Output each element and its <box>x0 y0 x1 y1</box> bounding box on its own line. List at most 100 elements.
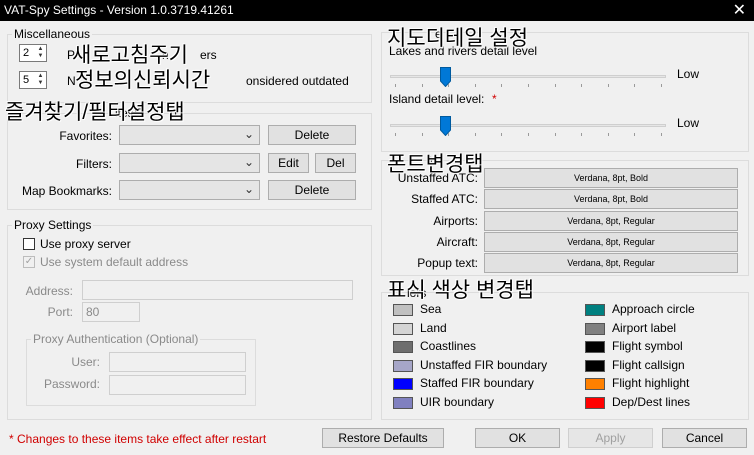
filters-label: Filters: <box>76 157 112 171</box>
bookmarks-dropdown[interactable]: ⌄ <box>119 180 260 200</box>
slider-tick <box>661 133 662 136</box>
color-swatch[interactable] <box>585 359 605 372</box>
filters-dropdown[interactable]: ⌄ <box>119 153 260 173</box>
ok-button[interactable]: OK <box>475 428 560 448</box>
password-field[interactable] <box>109 375 246 395</box>
island-slider-thumb[interactable] <box>440 116 452 137</box>
bookmarks-label: Map Bookmarks: <box>21 184 112 198</box>
slider-tick <box>501 133 503 136</box>
slider-tick <box>554 133 556 136</box>
slider-tick <box>448 133 450 136</box>
use-default-address-checkbox[interactable]: ✓ <box>23 256 35 268</box>
slider-tick <box>501 84 503 87</box>
color-swatch[interactable] <box>393 359 413 372</box>
favorites-dropdown[interactable]: ⌄ <box>119 125 260 145</box>
restore-defaults-button[interactable]: Restore Defaults <box>322 428 444 448</box>
color-swatch[interactable] <box>585 322 605 335</box>
font-select-button[interactable]: Verdana, 8pt, Regular <box>484 231 738 252</box>
color-label: Flight symbol <box>612 339 683 354</box>
font-row-label: Airports: <box>433 213 478 228</box>
close-icon[interactable]: ✕ <box>733 0 746 20</box>
use-default-address-label: Use system default address <box>40 255 189 269</box>
slider-tick <box>421 133 423 136</box>
color-swatch[interactable] <box>585 397 605 409</box>
address-label: Address: <box>25 284 73 298</box>
font-row-label: Staffed ATC: <box>411 192 478 207</box>
slider-tick <box>421 84 423 87</box>
island-asterisk: * <box>492 92 497 106</box>
annotation-font-change-tab: 폰트변경탭 <box>387 153 484 176</box>
cancel-button[interactable]: Cancel <box>662 428 747 448</box>
title-bar: VAT-Spy Settings - Version 1.0.3719.4126… <box>0 0 754 21</box>
annotation-color-change-tab: 표식 색상 변경탭 <box>387 279 534 302</box>
island-slider-track[interactable] <box>390 124 666 127</box>
slider-tick <box>607 84 609 87</box>
port-field[interactable]: 80 <box>82 302 140 322</box>
color-swatch[interactable] <box>393 341 413 354</box>
font-select-button[interactable]: Verdana, 8pt, Bold <box>484 189 738 210</box>
window-title: VAT-Spy Settings - Version 1.0.3719.4126… <box>4 3 234 17</box>
color-label: Land <box>420 320 447 335</box>
refresh-label-c: ers <box>200 48 217 62</box>
lakes-slider-track[interactable] <box>390 75 666 78</box>
slider-tick <box>607 133 609 136</box>
slider-tick <box>581 133 583 136</box>
slider-tick <box>395 84 396 87</box>
color-swatch[interactable] <box>393 397 413 409</box>
user-label: User: <box>71 355 100 369</box>
slider-tick <box>554 84 556 87</box>
font-row-label: Aircraft: <box>436 234 478 249</box>
color-label: UIR boundary <box>420 395 495 409</box>
favorites-delete-button[interactable]: Delete <box>268 125 356 145</box>
font-select-button[interactable]: Verdana, 8pt, Regular <box>484 210 738 231</box>
spinner-arrows-icon[interactable]: ▲ ▼ <box>36 73 45 87</box>
port-label: Port: <box>47 305 73 319</box>
outdated-label-b: onsidered outdated <box>246 74 349 88</box>
color-label: Staffed FIR boundary <box>420 376 534 391</box>
favorites-label: Favorites: <box>59 129 112 143</box>
slider-tick <box>634 84 636 87</box>
color-label: Approach circle <box>612 302 695 316</box>
lakes-slider-thumb[interactable] <box>440 67 452 88</box>
color-swatch[interactable] <box>585 304 605 316</box>
color-swatch[interactable] <box>393 304 413 316</box>
annotation-info-reliability: 정보의신뢰시간 <box>75 69 211 92</box>
slider-tick <box>661 84 662 87</box>
address-field[interactable] <box>82 280 353 300</box>
color-swatch[interactable] <box>585 341 605 354</box>
refresh-interval-spinner[interactable]: 2 ▲ ▼ <box>19 44 47 62</box>
font-select-button[interactable]: Verdana, 8pt, Bold <box>484 168 738 188</box>
color-label: Coastlines <box>420 339 477 354</box>
island-detail-label: Island detail level: <box>389 92 485 106</box>
outdated-time-spinner[interactable]: 5 ▲ ▼ <box>19 71 47 89</box>
annotation-favorites-filter-tab: 즐겨찾기/필터설정탭 <box>5 101 185 124</box>
restart-note: * Changes to these items take effect aft… <box>9 432 267 446</box>
proxy-auth-legend: Proxy Authentication (Optional) <box>33 332 199 346</box>
filters-del-button[interactable]: Del <box>315 153 356 173</box>
slider-tick <box>395 133 396 136</box>
chevron-down-icon: ⌄ <box>243 155 254 169</box>
slider-tick <box>474 84 476 87</box>
spinner-arrows-icon[interactable]: ▲ ▼ <box>36 46 45 60</box>
color-label: Flight callsign <box>612 357 685 372</box>
color-swatch[interactable] <box>393 378 413 391</box>
font-row-label: Popup text: <box>417 256 478 271</box>
font-select-button[interactable]: Verdana, 8pt, Regular <box>484 253 738 274</box>
password-label: Password: <box>43 377 100 391</box>
apply-button[interactable]: Apply <box>568 428 653 448</box>
color-swatch[interactable] <box>585 378 605 391</box>
color-swatch[interactable] <box>393 322 413 335</box>
filters-edit-button[interactable]: Edit <box>268 153 309 173</box>
use-proxy-checkbox[interactable] <box>23 238 35 250</box>
port-value: 80 <box>86 305 100 319</box>
bookmarks-delete-button[interactable]: Delete <box>268 180 356 200</box>
user-field[interactable] <box>109 352 246 372</box>
lakes-low-label: Low <box>677 67 700 81</box>
color-label: Sea <box>420 302 442 316</box>
annotation-map-detail-settings: 지도디테일 설정 <box>387 27 529 50</box>
color-label: Airport label <box>612 320 677 335</box>
slider-tick <box>528 84 529 87</box>
slider-tick <box>581 84 583 87</box>
color-label: Dep/Dest lines <box>612 395 691 409</box>
proxy-legend: Proxy Settings <box>14 218 92 232</box>
